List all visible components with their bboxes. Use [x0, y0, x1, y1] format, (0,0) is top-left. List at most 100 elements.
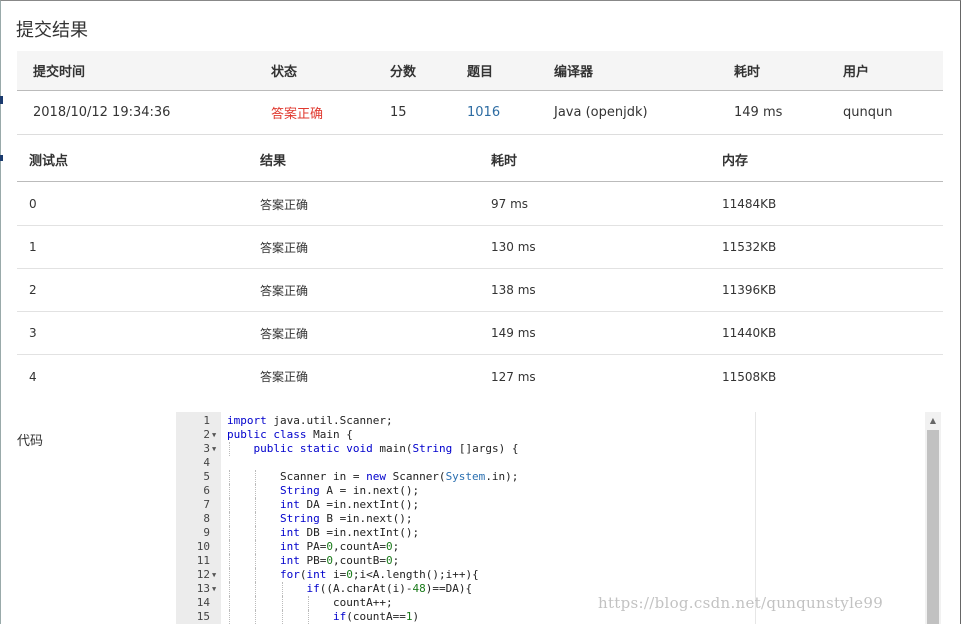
score: 15 — [390, 105, 407, 120]
line-number: 10 — [196, 540, 210, 553]
code-text: int PA=0,countA=0; — [279, 540, 400, 553]
watermark: https://blog.csdn.net/qunqunstyle99 — [598, 594, 884, 612]
user-name: qunqun — [843, 105, 893, 120]
test-duration: 138 ms — [491, 283, 536, 297]
scroll-thumb[interactable] — [927, 430, 939, 624]
code-text: int DB =in.nextInt(); — [279, 526, 420, 539]
code-text: int PB=0,countB=0; — [279, 554, 400, 567]
submission-table-header: 提交时间 状态 分数 题目 编译器 耗时 用户 — [17, 51, 943, 91]
test-duration: 97 ms — [491, 197, 529, 211]
test-table-header: 测试点 结果 耗时 内存 — [17, 137, 943, 182]
editor-scrollbar[interactable]: ▲ — [925, 412, 941, 624]
header-submit-time: 提交时间 — [33, 65, 86, 80]
header-test-case: 测试点 — [29, 153, 69, 169]
code-line: 4 — [176, 456, 941, 470]
code-text: Scanner in = new Scanner(System.in); — [227, 470, 519, 483]
code-line: 3 ▼ public static void main(String []args… — [176, 442, 941, 456]
header-problem: 题目 — [467, 65, 494, 80]
code-text: String A = in.next(); — [279, 484, 420, 497]
header-compiler: 编译器 — [554, 65, 594, 80]
fold-arrow-icon[interactable]: ▼ — [212, 582, 220, 596]
code-text: if(countA==1) — [332, 610, 420, 623]
code-line: 6 String A = in.next(); — [176, 484, 941, 498]
test-result: 答案正确 — [260, 283, 309, 298]
test-memory: 11396KB — [722, 283, 777, 297]
line-number: 15 — [196, 610, 210, 623]
code-line: 1 import java.util.Scanner; — [176, 414, 941, 428]
test-case-id: 4 — [29, 369, 37, 384]
submit-time: 2018/10/12 19:34:36 — [33, 105, 171, 120]
line-number: 9 — [203, 526, 210, 539]
test-duration: 130 ms — [491, 240, 536, 254]
line-number: 14 — [196, 596, 210, 609]
test-memory: 11440KB — [722, 326, 777, 340]
test-row: 2 答案正确 138 ms 11396KB — [17, 269, 943, 312]
line-number: 2 — [203, 428, 210, 441]
edge-marker — [0, 96, 3, 104]
code-line: 9 int DB =in.nextInt(); — [176, 526, 941, 540]
line-number: 8 — [203, 512, 210, 525]
test-result: 答案正确 — [260, 240, 309, 255]
compiler: Java (openjdk) — [554, 105, 648, 120]
code-line: 11 int PB=0,countB=0; — [176, 554, 941, 568]
code-text: String B =in.next(); — [279, 512, 413, 525]
code-text: for(int i=0;i<A.length();i++){ — [279, 568, 479, 581]
test-row: 0 答案正确 97 ms 11484KB — [17, 183, 943, 226]
code-label: 代码 — [17, 434, 44, 449]
line-number: 11 — [196, 554, 210, 567]
code-line: 12 ▼ for(int i=0;i<A.length();i++){ — [176, 568, 941, 582]
code-line: 15 if(countA==1) — [176, 610, 941, 624]
code-editor[interactable]: 1 import java.util.Scanner; 2 ▼ public class… — [176, 412, 941, 624]
line-number: 4 — [203, 456, 210, 469]
test-case-id: 0 — [29, 197, 37, 211]
code-line: 8 String B =in.next(); — [176, 512, 941, 526]
line-number: 12 — [196, 568, 210, 581]
fold-arrow-icon[interactable]: ▼ — [212, 442, 220, 456]
code-text: public static void main(String []args) { — [253, 442, 519, 455]
scroll-up-arrow-icon[interactable]: ▲ — [925, 412, 941, 428]
test-case-id: 3 — [29, 326, 37, 340]
header-status: 状态 — [271, 65, 298, 80]
code-lines: 1 import java.util.Scanner; 2 ▼ public class… — [176, 414, 941, 624]
duration: 149 ms — [734, 105, 783, 120]
line-number: 1 — [203, 414, 210, 427]
submission-row: 2018/10/12 19:34:36 答案正确 15 1016 Java (o… — [17, 91, 943, 135]
code-line: 5 Scanner in = new Scanner(System.in); — [176, 470, 941, 484]
code-line: 10 int PA=0,countA=0; — [176, 540, 941, 554]
test-memory: 11532KB — [722, 240, 777, 254]
fold-arrow-icon[interactable]: ▼ — [212, 568, 220, 582]
status-badge: 答案正确 — [271, 107, 324, 122]
test-result: 答案正确 — [260, 370, 309, 384]
test-row: 4 答案正确 127 ms 11508KB — [17, 355, 943, 398]
line-number: 3 — [203, 442, 210, 455]
code-text: int DA =in.nextInt(); — [279, 498, 420, 511]
test-row: 3 答案正确 149 ms 11440KB — [17, 312, 943, 355]
line-number: 7 — [203, 498, 210, 511]
test-duration: 149 ms — [491, 326, 536, 340]
code-line: 2 ▼ public class Main { — [176, 428, 941, 442]
code-text: import java.util.Scanner; — [227, 414, 393, 427]
test-case-id: 2 — [29, 283, 37, 297]
problem-link[interactable]: 1016 — [467, 91, 500, 134]
header-test-duration: 耗时 — [491, 153, 518, 169]
line-number: 6 — [203, 484, 210, 497]
header-score: 分数 — [390, 65, 417, 80]
header-user: 用户 — [843, 65, 870, 80]
test-row: 1 答案正确 130 ms 11532KB — [17, 226, 943, 269]
line-number: 13 — [196, 582, 210, 595]
fold-arrow-icon[interactable]: ▼ — [212, 428, 220, 442]
test-duration: 127 ms — [491, 369, 536, 384]
line-number: 5 — [203, 470, 210, 483]
page-title: 提交结果 — [16, 20, 88, 41]
code-text: countA++; — [227, 596, 393, 609]
test-memory: 11508KB — [722, 369, 777, 384]
test-result: 答案正确 — [260, 197, 309, 212]
header-duration: 耗时 — [734, 65, 761, 80]
code-text: public class Main { — [227, 428, 353, 441]
header-memory: 内存 — [722, 153, 749, 169]
code-line: 7 int DA =in.nextInt(); — [176, 498, 941, 512]
header-result: 结果 — [260, 153, 287, 169]
test-memory: 11484KB — [722, 197, 777, 211]
test-case-id: 1 — [29, 240, 37, 254]
edge-marker — [0, 155, 3, 161]
